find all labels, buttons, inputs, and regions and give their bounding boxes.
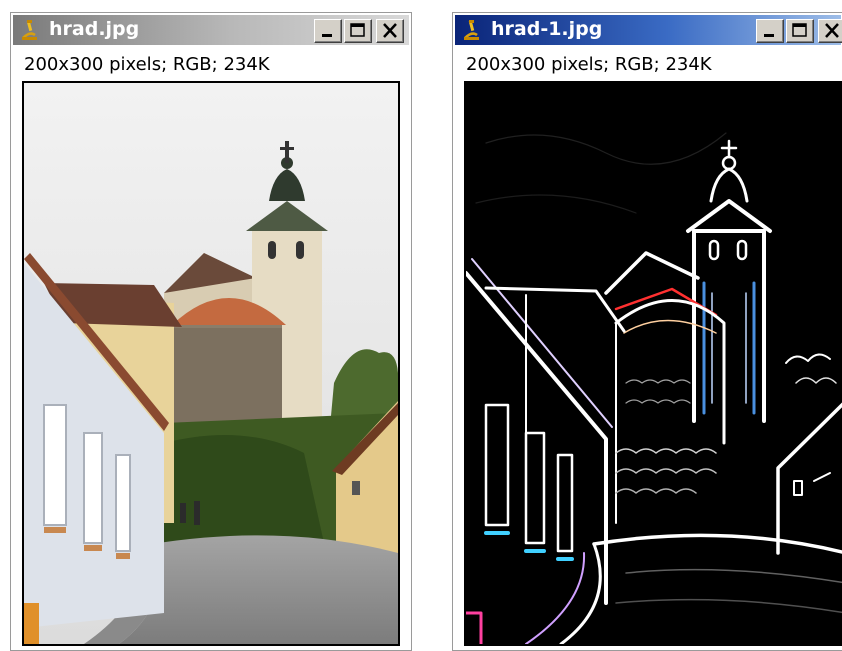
close-button[interactable] <box>818 19 842 43</box>
minimize-icon <box>764 34 774 37</box>
edge-canvas[interactable] <box>464 81 842 646</box>
close-icon <box>825 23 839 38</box>
minimize-button[interactable] <box>314 19 342 43</box>
title-bar[interactable]: hrad.jpg <box>13 15 409 45</box>
image-info: 200x300 pixels; RGB; 234K <box>466 54 712 75</box>
close-button[interactable] <box>376 19 404 43</box>
image-window-hrad-1[interactable]: hrad-1.jpg 200x300 pixels; RGB; 234K <box>452 12 842 651</box>
microscope-icon <box>19 19 41 41</box>
close-icon <box>383 23 397 38</box>
minimize-icon <box>322 34 332 37</box>
title-bar[interactable]: hrad-1.jpg <box>455 15 842 45</box>
photo-canvas[interactable] <box>22 81 400 646</box>
maximize-button[interactable] <box>344 19 372 43</box>
window-title: hrad-1.jpg <box>491 18 603 40</box>
microscope-icon <box>461 19 483 41</box>
maximize-icon <box>350 23 365 37</box>
minimize-button[interactable] <box>756 19 784 43</box>
maximize-icon <box>792 23 807 37</box>
image-info: 200x300 pixels; RGB; 234K <box>24 54 270 75</box>
image-window-hrad[interactable]: hrad.jpg 200x300 pixels; RGB; 234K <box>10 12 412 651</box>
window-title: hrad.jpg <box>49 18 140 40</box>
maximize-button[interactable] <box>786 19 814 43</box>
